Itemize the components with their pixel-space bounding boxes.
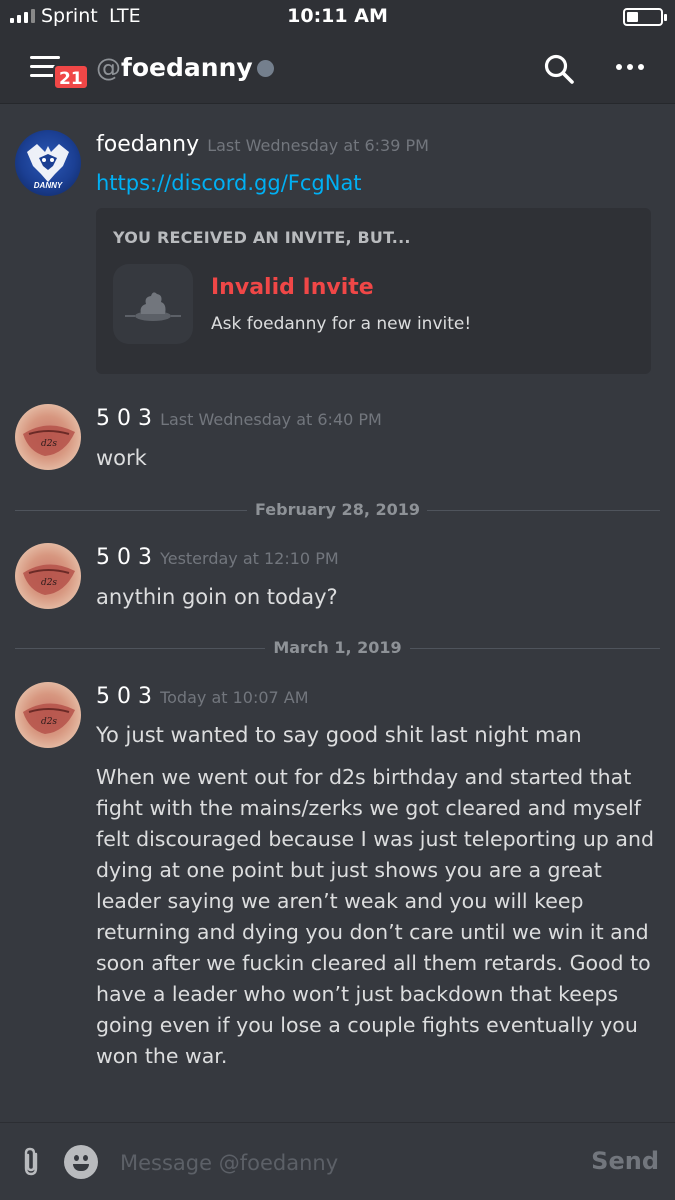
message-timestamp: Yesterday at 12:10 PM <box>160 549 339 568</box>
svg-text:d2s: d2s <box>41 717 57 727</box>
message-header: 5 0 3 Yesterday at 12:10 PM <box>96 545 339 570</box>
message-foedanny: DANNY foedanny Last Wednesday at 6:39 PM… <box>0 130 675 380</box>
more-options-icon[interactable] <box>616 64 644 70</box>
battery-fill <box>627 12 638 22</box>
eagle-logo-icon: DANNY <box>27 144 69 190</box>
date-divider-label: March 1, 2019 <box>273 638 402 657</box>
send-button[interactable]: Send <box>591 1147 659 1175</box>
date-divider: March 1, 2019 <box>15 638 660 658</box>
message-text: anythin goin on today? <box>96 585 338 609</box>
chat-header: 21 @foedanny <box>0 34 675 104</box>
message-text: work <box>96 446 147 470</box>
message-author[interactable]: 5 0 3 <box>96 406 152 431</box>
message-timestamp: Today at 10:07 AM <box>160 688 309 707</box>
message-header: 5 0 3 Today at 10:07 AM <box>96 684 309 709</box>
message-timestamp: Last Wednesday at 6:39 PM <box>207 136 429 155</box>
embed-title: YOU RECEIVED AN INVITE, BUT... <box>113 228 411 247</box>
channel-name: foedanny <box>121 53 253 82</box>
date-divider-label: February 28, 2019 <box>255 500 420 519</box>
message-composer: Send <box>0 1122 675 1200</box>
date-divider: February 28, 2019 <box>15 500 660 520</box>
avatar-caption: DANNY <box>34 181 63 190</box>
message-author[interactable]: 5 0 3 <box>96 545 152 570</box>
message-author[interactable]: foedanny <box>96 132 199 157</box>
invalid-invite-icon <box>113 264 193 344</box>
status-bar: Sprint LTE 10:11 AM <box>0 0 675 34</box>
message-503: d2s 5 0 3 Last Wednesday at 6:40 PM work <box>0 404 675 474</box>
at-symbol: @ <box>96 53 121 82</box>
message-author[interactable]: 5 0 3 <box>96 684 152 709</box>
emoji-icon[interactable] <box>64 1145 98 1179</box>
avatar-foedanny[interactable]: DANNY <box>15 130 81 196</box>
message-503: d2s 5 0 3 Yesterday at 12:10 PM anythin … <box>0 543 675 613</box>
message-text: Yo just wanted to say good shit last nig… <box>96 723 582 747</box>
avatar-503[interactable]: d2s <box>15 404 81 470</box>
lips-photo-icon: d2s <box>23 564 75 595</box>
avatar-503[interactable]: d2s <box>15 682 81 748</box>
channel-title[interactable]: @foedanny <box>96 53 274 82</box>
message-text-long: When we went out for d2s birthday and st… <box>96 765 654 1068</box>
message-header: foedanny Last Wednesday at 6:39 PM <box>96 132 429 157</box>
avatar-503[interactable]: d2s <box>15 543 81 609</box>
invite-embed: YOU RECEIVED AN INVITE, BUT... Invalid I… <box>96 208 651 374</box>
paperclip-icon[interactable] <box>18 1146 46 1178</box>
invite-link[interactable]: https://discord.gg/FcgNat <box>96 168 656 199</box>
message-header: 5 0 3 Last Wednesday at 6:40 PM <box>96 406 382 431</box>
top-bar: Sprint LTE 10:11 AM 21 @foedanny <box>0 0 675 104</box>
notification-badge: 21 <box>53 64 89 90</box>
search-icon[interactable] <box>543 53 575 85</box>
svg-text:d2s: d2s <box>41 578 57 588</box>
clock: 10:11 AM <box>287 5 388 27</box>
message-503: d2s 5 0 3 Today at 10:07 AM Yo just want… <box>0 682 675 1082</box>
offline-status-icon <box>256 60 274 77</box>
lips-photo-icon: d2s <box>23 703 75 734</box>
embed-subtext: Ask foedanny for a new invite! <box>211 314 472 334</box>
svg-text:d2s: d2s <box>41 439 57 449</box>
message-input[interactable] <box>118 1143 578 1183</box>
message-timestamp: Last Wednesday at 6:40 PM <box>160 410 382 429</box>
battery-icon <box>623 8 667 26</box>
lips-photo-icon: d2s <box>23 425 75 456</box>
embed-heading: Invalid Invite <box>211 275 374 300</box>
